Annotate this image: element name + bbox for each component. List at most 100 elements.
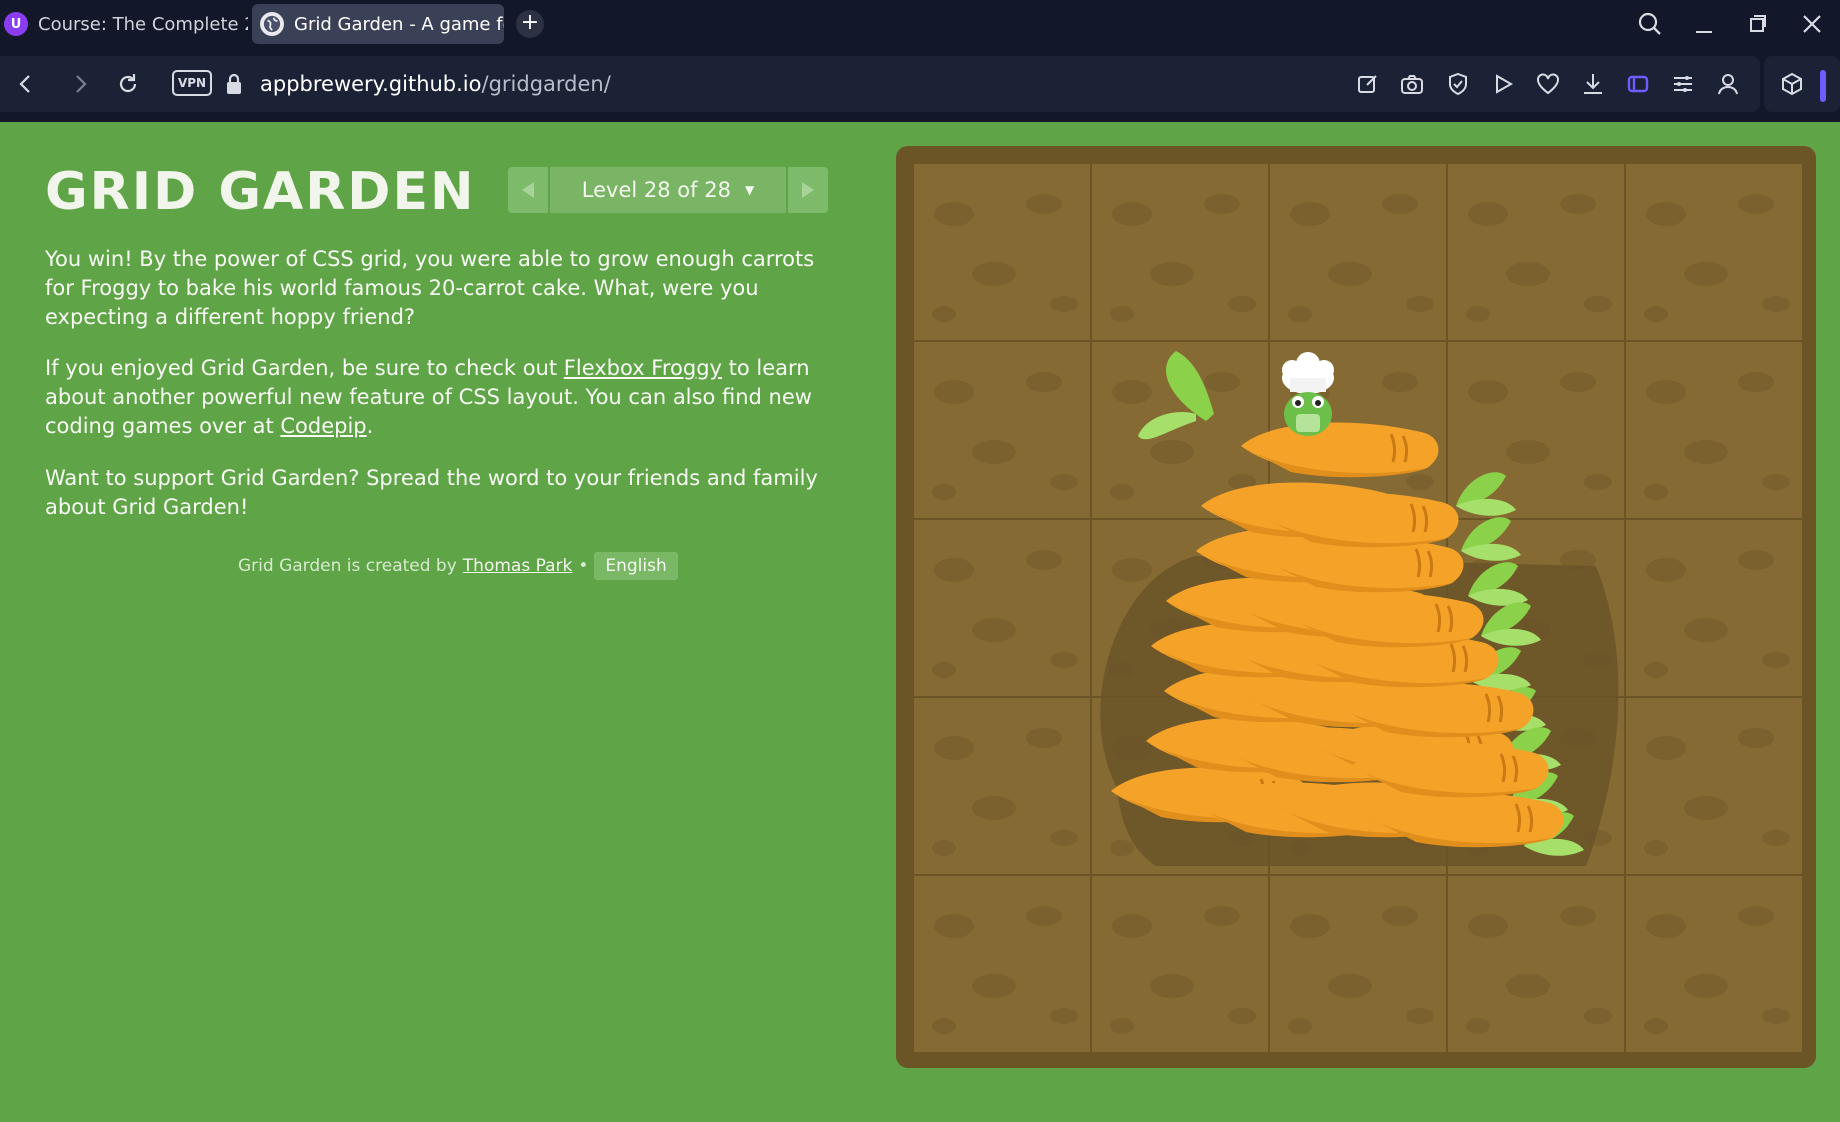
soil-pebble — [1738, 906, 1774, 926]
soil-pebble — [1684, 618, 1728, 642]
download-icon[interactable] — [1579, 70, 1607, 98]
previous-level-button[interactable] — [508, 167, 548, 213]
soil-pebble — [932, 306, 956, 322]
url-path: /gridgarden/ — [481, 72, 611, 96]
soil-pebble — [1382, 194, 1418, 214]
shield-icon[interactable] — [1444, 70, 1472, 98]
language-button[interactable]: English — [594, 552, 678, 580]
close-icon[interactable] — [1794, 8, 1830, 40]
soil-pebble — [1204, 194, 1240, 214]
separator: • — [578, 556, 589, 576]
soil-pebble — [1228, 1008, 1256, 1024]
soil-pebble — [1506, 262, 1550, 286]
soil-pebble — [1110, 306, 1134, 322]
tab-grid-garden[interactable]: Grid Garden - A game for — [252, 4, 504, 44]
soil-pebble — [1644, 840, 1668, 856]
soil-pebble — [1150, 440, 1194, 464]
profile-icon[interactable] — [1714, 70, 1742, 98]
soil-pebble — [1050, 474, 1078, 490]
heart-icon[interactable] — [1534, 70, 1562, 98]
soil-pebble — [1584, 1008, 1612, 1024]
soil-pebble — [1110, 484, 1134, 500]
win-paragraph: You win! By the power of CSS grid, you w… — [45, 247, 815, 329]
soil-pebble — [1466, 306, 1490, 322]
soil-pebble — [1110, 1018, 1134, 1034]
soil-pebble — [1646, 558, 1686, 582]
url-host: appbrewery.github.io — [260, 72, 482, 96]
credits: Grid Garden is created by Thomas Park • … — [238, 550, 678, 582]
soil-pebble — [1406, 474, 1434, 490]
camera-icon[interactable] — [1398, 70, 1426, 98]
cube-icon[interactable] — [1778, 70, 1806, 98]
search-icon[interactable] — [1632, 8, 1668, 40]
level-indicator: Level 28 of 28 — [581, 178, 731, 202]
soil-pebble — [1584, 474, 1612, 490]
soil-pebble — [1762, 830, 1790, 846]
forward-button[interactable] — [62, 66, 98, 102]
soil-pebble — [932, 840, 956, 856]
soil-pebble — [972, 796, 1016, 820]
soil-pebble — [1228, 296, 1256, 312]
soil-pebble — [1762, 652, 1790, 668]
soil-pebble — [934, 736, 974, 760]
soil-pebble — [1466, 1018, 1490, 1034]
soil-pebble — [1684, 974, 1728, 998]
soil-pebble — [1506, 974, 1550, 998]
game-page: GRID GARDEN Level 28 of 28 ▼ You win! By… — [0, 122, 1840, 1122]
vpn-button[interactable]: VPN — [172, 70, 212, 96]
url-field[interactable]: appbrewery.github.io/gridgarden/ — [260, 72, 611, 96]
sidebar-icon[interactable] — [1624, 70, 1652, 98]
soil-pebble — [1026, 906, 1062, 926]
enjoy-paragraph: If you enjoyed Grid Garden, be sure to c… — [45, 354, 835, 441]
soil-pebble — [1382, 906, 1418, 926]
soil-pebble — [1644, 662, 1668, 678]
soil-pebble — [1762, 1008, 1790, 1024]
globe-icon — [260, 12, 284, 36]
reload-button[interactable] — [110, 66, 146, 102]
lock-icon[interactable] — [224, 72, 244, 96]
enjoy-text: . — [366, 414, 374, 438]
soil-pebble — [1684, 796, 1728, 820]
soil-pebble — [1506, 440, 1550, 464]
flexbox-froggy-link[interactable]: Flexbox Froggy — [564, 356, 722, 380]
codepip-link[interactable]: Codepip — [280, 414, 366, 438]
tab-title: Grid Garden - A game for — [294, 13, 504, 35]
triangle-left-icon — [522, 182, 534, 198]
soil-pebble — [1204, 372, 1240, 392]
soil-pebble — [1112, 202, 1152, 226]
soil-pebble — [1328, 262, 1372, 286]
back-button[interactable] — [8, 66, 44, 102]
soil-pebble — [1644, 306, 1668, 322]
soil-pebble — [1738, 550, 1774, 570]
soil-pebble — [1468, 914, 1508, 938]
soil-pebble — [1328, 974, 1372, 998]
restore-icon[interactable] — [1740, 8, 1776, 40]
soil-pebble — [1026, 372, 1062, 392]
soil-pebble — [1762, 296, 1790, 312]
soil-pebble — [972, 262, 1016, 286]
soil-pebble — [1738, 728, 1774, 748]
minimize-icon[interactable] — [1686, 8, 1722, 40]
settings-icon[interactable] — [1669, 70, 1697, 98]
soil-pebble — [932, 1018, 956, 1034]
soil-pebble — [1050, 1008, 1078, 1024]
author-link[interactable]: Thomas Park — [463, 556, 573, 576]
level-dropdown[interactable]: Level 28 of 28 ▼ — [550, 167, 786, 213]
tab-course[interactable]: U Course: The Complete 2024 — [4, 4, 248, 44]
soil-pebble — [1468, 202, 1508, 226]
play-icon[interactable] — [1489, 70, 1517, 98]
soil-pebble — [1560, 906, 1596, 926]
udemy-icon: U — [4, 12, 28, 36]
soil-pebble — [1646, 736, 1686, 760]
soil-pebble — [972, 618, 1016, 642]
edit-icon[interactable] — [1354, 70, 1382, 98]
new-tab-button[interactable]: + — [516, 10, 544, 38]
soil-pebble — [972, 974, 1016, 998]
soil-pebble — [1112, 914, 1152, 938]
soil-pebble — [1288, 306, 1312, 322]
soil-pebble — [1468, 380, 1508, 404]
caret-down-icon: ▼ — [744, 183, 755, 197]
next-level-button[interactable] — [788, 167, 828, 213]
soil-pebble — [972, 440, 1016, 464]
soil-pebble — [1290, 914, 1330, 938]
